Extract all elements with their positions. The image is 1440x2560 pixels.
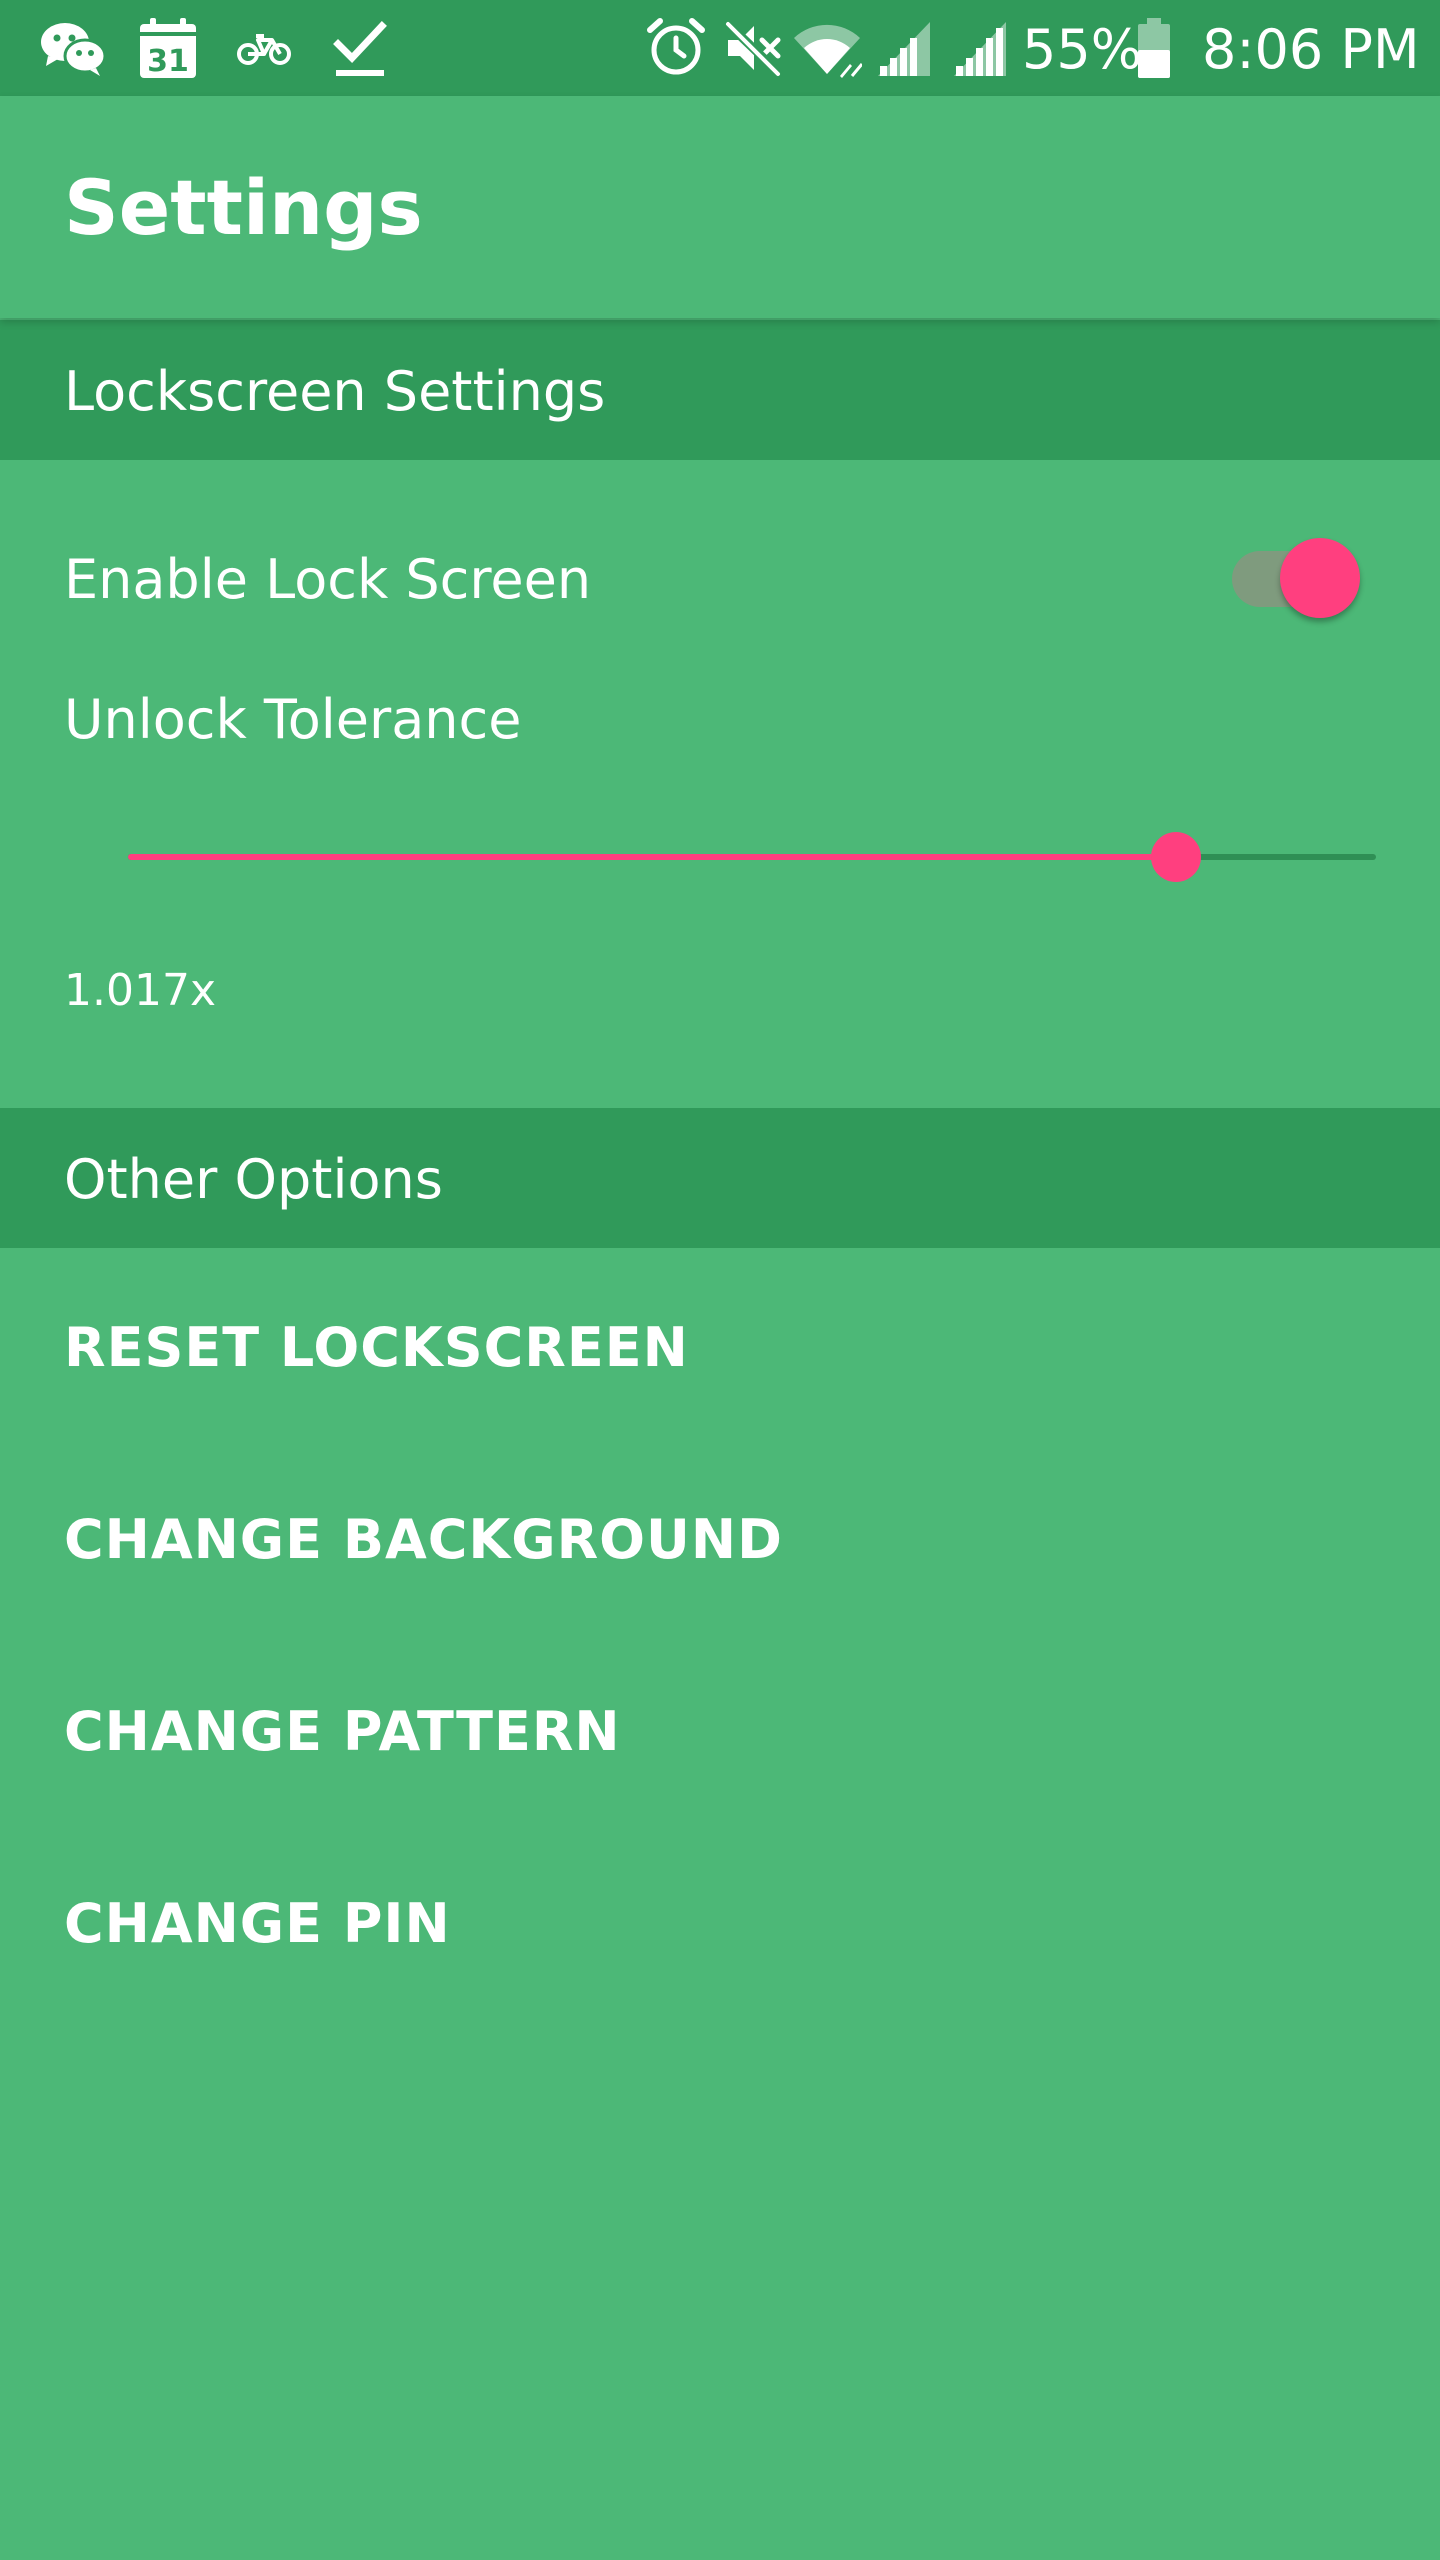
unlock-tolerance-value: 1.017x	[64, 965, 217, 1016]
unlock-tolerance-label: Unlock Tolerance	[64, 688, 522, 751]
enable-lock-screen-toggle[interactable]	[1232, 538, 1362, 618]
calendar-icon: 31	[140, 18, 196, 79]
change-pin-button[interactable]: CHANGE PIN	[64, 1894, 451, 1954]
section-header-lockscreen: Lockscreen Settings	[0, 320, 1440, 460]
signal-icon	[954, 22, 1006, 76]
battery-percent: 55%	[1022, 18, 1143, 81]
section-title-other-options: Other Options	[64, 1148, 443, 1211]
change-pattern-button[interactable]: CHANGE PATTERN	[64, 1702, 621, 1762]
battery-icon	[1138, 18, 1170, 78]
toggle-thumb	[1280, 538, 1360, 618]
status-bar: 31 55% 8:06 PM	[0, 0, 1440, 96]
reset-lockscreen-button[interactable]: RESET LOCKSCREEN	[64, 1318, 689, 1378]
unlock-tolerance-slider[interactable]	[128, 820, 1376, 894]
change-background-button[interactable]: CHANGE BACKGROUND	[64, 1510, 783, 1570]
signal-icon	[878, 22, 930, 76]
status-time: 8:06 PM	[1202, 18, 1420, 81]
bike-icon	[237, 34, 291, 65]
wechat-icon	[41, 23, 107, 76]
section-title-lockscreen: Lockscreen Settings	[64, 360, 606, 423]
alarm-icon	[647, 18, 705, 75]
calendar-day: 31	[147, 44, 189, 79]
mute-icon	[722, 18, 784, 78]
enable-lock-screen-label[interactable]: Enable Lock Screen	[64, 550, 591, 610]
slider-fill	[128, 854, 1177, 860]
wifi-icon	[794, 24, 862, 78]
slider-thumb[interactable]	[1151, 832, 1202, 882]
download-check-icon	[333, 21, 387, 76]
page-title: Settings	[64, 163, 423, 252]
section-header-other-options: Other Options	[0, 1108, 1440, 1248]
app-bar: Settings	[0, 96, 1440, 318]
